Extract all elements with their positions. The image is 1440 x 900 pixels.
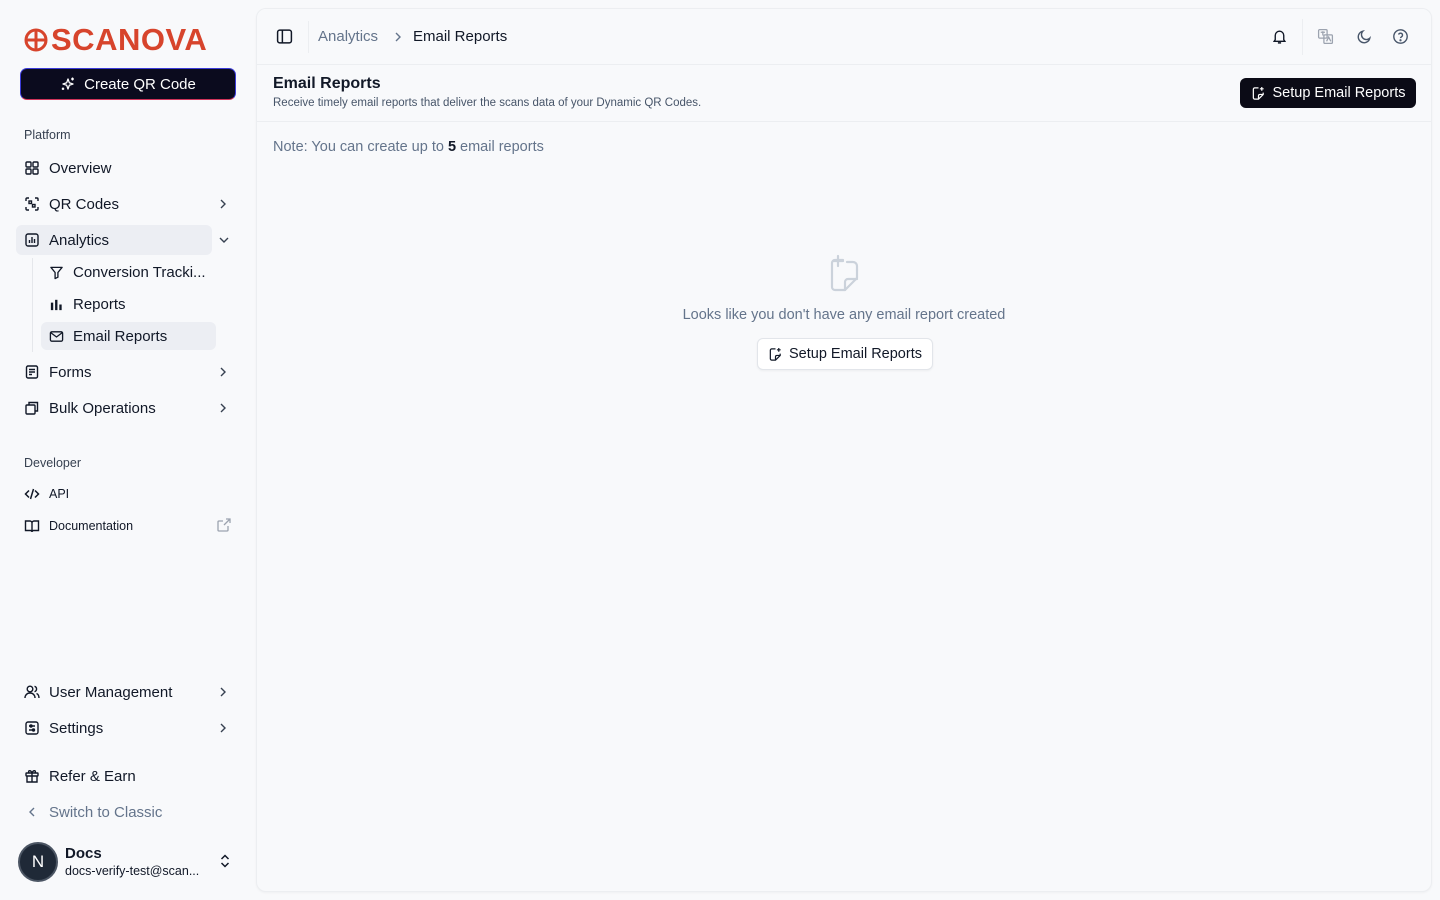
form-icon	[24, 364, 40, 380]
sidebar-item-label: Settings	[49, 719, 104, 737]
settings-panel-icon	[24, 720, 40, 736]
mail-icon	[49, 329, 64, 344]
sidebar-item-label: Reports	[73, 295, 126, 313]
topbar-divider	[1302, 19, 1303, 55]
setup-email-reports-button[interactable]: Setup Email Reports	[1240, 78, 1416, 108]
brand-logo[interactable]: SCANOVA	[24, 22, 208, 57]
chevron-right-icon	[216, 197, 230, 211]
sidebar-item-api[interactable]: API	[16, 479, 216, 509]
sidebar-item-refer-earn[interactable]: Refer & Earn	[16, 761, 216, 791]
chart-icon	[24, 232, 40, 248]
sparkles-icon	[60, 76, 76, 92]
help-icon[interactable]	[1392, 28, 1409, 45]
sidebar-item-label: Overview	[49, 159, 112, 177]
empty-state-icon	[828, 254, 862, 294]
sidebar-item-reports[interactable]: Reports	[41, 290, 216, 318]
sidebar-item-label: Bulk Operations	[49, 399, 156, 417]
sidebar-item-label: Email Reports	[73, 327, 168, 345]
chevron-right-icon	[216, 365, 230, 379]
top-bar: Analytics Email Reports	[257, 9, 1431, 65]
sidebar-item-label: Documentation	[49, 519, 134, 533]
submenu-line	[32, 258, 33, 352]
sidebar-item-email-reports[interactable]: Email Reports	[41, 322, 216, 350]
code-icon	[24, 486, 40, 502]
sidebar-item-label: Conversion Tracki...	[73, 263, 206, 281]
sidebar-item-label: Switch to Classic	[49, 803, 163, 821]
developer-section-label: Developer	[24, 456, 81, 470]
breadcrumb-separator-icon	[392, 31, 404, 43]
translate-icon[interactable]	[1317, 28, 1334, 45]
create-qr-code-button[interactable]: Create QR Code	[20, 68, 236, 100]
setup-email-reports-label: Setup Email Reports	[1272, 85, 1406, 101]
platform-section-label: Platform	[24, 128, 71, 142]
sidebar-item-label: Refer & Earn	[49, 767, 136, 785]
topbar-divider	[308, 21, 309, 53]
chevron-down-icon	[217, 233, 231, 247]
sidebar-item-documentation[interactable]: Documentation	[16, 511, 216, 541]
scanova-target-icon	[24, 28, 48, 52]
sidebar-item-conversion-tracking[interactable]: Conversion Tracki...	[41, 258, 216, 286]
page-subtitle: Receive timely email reports that delive…	[273, 97, 702, 109]
sidebar-item-qr-codes[interactable]: QR Codes	[16, 189, 226, 219]
moon-icon[interactable]	[1356, 28, 1373, 45]
breadcrumb-current: Email Reports	[413, 28, 508, 45]
sidebar-item-analytics[interactable]: Analytics	[16, 225, 229, 255]
users-icon	[24, 684, 40, 700]
sidebar-item-user-management[interactable]: User Management	[16, 677, 226, 707]
main-panel: Analytics Email Reports Email Reports Re…	[256, 8, 1432, 892]
create-qr-code-label: Create QR Code	[84, 75, 196, 93]
chevron-right-icon	[216, 401, 230, 415]
sidebar-item-bulk-operations[interactable]: Bulk Operations	[16, 393, 226, 423]
filter-icon	[49, 265, 64, 280]
page-title: Email Reports	[273, 75, 381, 92]
chevron-right-icon	[216, 721, 230, 735]
bell-icon[interactable]	[1271, 28, 1288, 45]
sidebar-item-switch-classic[interactable]: Switch to Classic	[16, 797, 216, 827]
sidebar-item-label: API	[49, 487, 70, 501]
sidebar: SCANOVA Create QR Code Platform Overview	[0, 0, 256, 900]
gift-icon	[24, 768, 40, 784]
sidebar-toggle-icon[interactable]	[276, 28, 293, 45]
sidebar-item-label: User Management	[49, 683, 173, 701]
note-text: Note: You can create up to 5 email repor…	[273, 139, 544, 155]
sidebar-item-label: Forms	[49, 363, 92, 381]
sidebar-item-overview[interactable]: Overview	[16, 153, 216, 183]
note-prefix: Note: You can create up to	[273, 139, 448, 155]
empty-state-text: Looks like you don't have any email repo…	[682, 307, 1006, 323]
empty-setup-email-reports-button[interactable]: Setup Email Reports	[757, 338, 933, 370]
email-report-icon	[768, 347, 783, 362]
scan-qr-icon	[24, 196, 40, 212]
user-menu[interactable]: N Docs docs-verify-test@scan...	[18, 840, 240, 884]
breadcrumb-analytics[interactable]: Analytics	[318, 28, 378, 45]
sidebar-item-label: QR Codes	[49, 195, 120, 213]
bar-chart-icon	[49, 297, 64, 312]
grid-icon	[24, 160, 40, 176]
email-report-icon	[1251, 86, 1266, 101]
note-suffix: email reports	[456, 139, 544, 155]
avatar: N	[18, 842, 58, 882]
external-link-icon[interactable]	[216, 517, 232, 533]
brand-name: SCANOVA	[51, 22, 208, 57]
book-icon	[24, 518, 40, 534]
sidebar-item-settings[interactable]: Settings	[16, 713, 226, 743]
layers-icon	[24, 400, 40, 416]
user-info: Docs docs-verify-test@scan...	[65, 845, 199, 879]
sidebar-item-label: Analytics	[49, 231, 110, 249]
note-count: 5	[447, 139, 457, 155]
chevron-right-icon	[216, 685, 230, 699]
chevron-left-icon	[24, 804, 40, 820]
chevrons-up-down-icon	[218, 853, 232, 869]
user-name: Docs	[65, 845, 102, 862]
empty-setup-email-reports-label: Setup Email Reports	[789, 346, 922, 362]
sidebar-item-forms[interactable]: Forms	[16, 357, 226, 387]
page-header: Email Reports Receive timely email repor…	[257, 65, 1431, 122]
user-email: docs-verify-test@scan...	[65, 864, 200, 878]
